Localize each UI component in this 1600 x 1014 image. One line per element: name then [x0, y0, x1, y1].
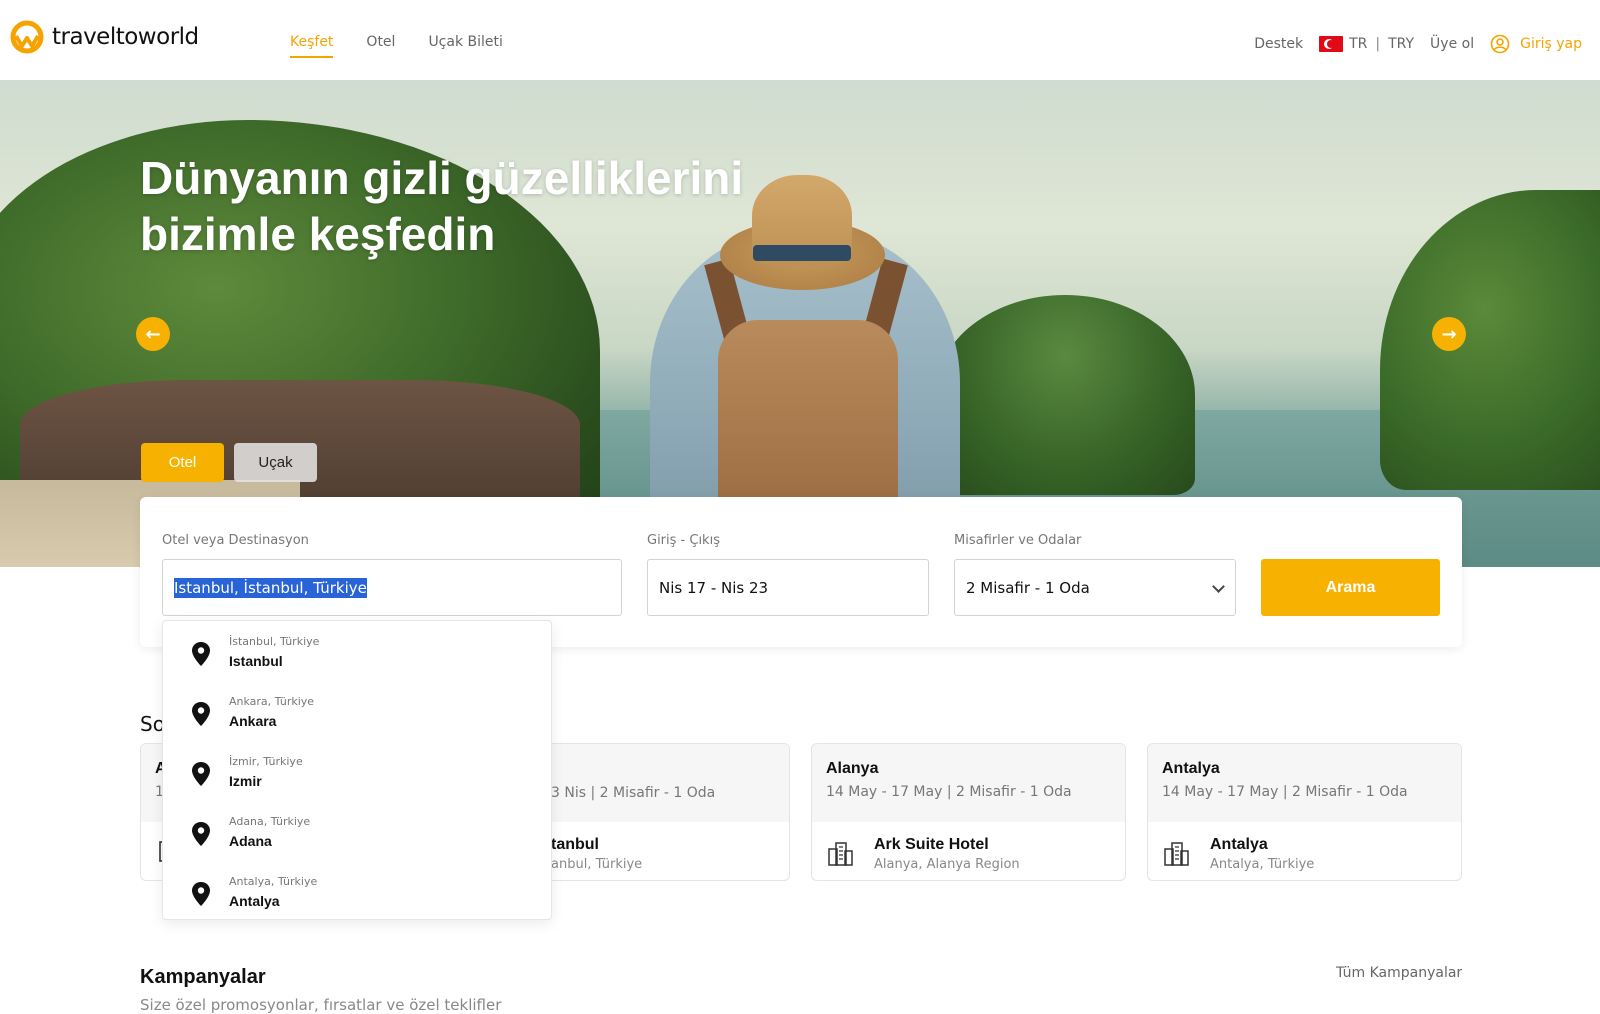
campaigns-title: Kampanyalar [140, 966, 266, 988]
logo-icon [10, 20, 44, 54]
hero-title-line1: Dünyanın gizli güzelliklerini [140, 152, 744, 204]
suggestion-city: Izmir [229, 773, 262, 789]
suggestion-item[interactable]: Antalya, Türkiye Antalya [163, 861, 553, 921]
nav-kesfet[interactable]: Keşfet [290, 34, 334, 58]
suggestion-region: İzmir, Türkiye [229, 755, 303, 768]
recent-card-header: Alanya 14 May - 17 May | 2 Misafir - 1 O… [812, 744, 1125, 822]
suggestion-region: Adana, Türkiye [229, 815, 311, 828]
hero-title: Dünyanın gizli güzelliklerini bizimle ke… [140, 150, 743, 262]
recent-card-body: tanbul anbul, Türkiye [541, 822, 789, 880]
turkey-flag-icon [1319, 36, 1344, 52]
divider: | [1375, 36, 1381, 52]
nav-otel[interactable]: Otel [366, 34, 395, 58]
dates-input[interactable]: Nis 17 - Nis 23 [647, 559, 929, 616]
suggestion-region: Ankara, Türkiye [229, 695, 315, 708]
carousel-next-button[interactable]: → [1432, 317, 1466, 351]
suggestion-item[interactable]: Ankara, Türkiye Ankara [163, 681, 553, 741]
guests-select[interactable]: 2 Misafir - 1 Oda [954, 559, 1236, 616]
recent-card-city: Alanya [826, 760, 879, 777]
guests-label: Misafirler ve Odalar [954, 533, 1082, 548]
recent-card-header: 3 Nis | 2 Misafir - 1 Oda [541, 744, 789, 822]
hero-cliff-right [1380, 190, 1600, 490]
signup-link[interactable]: Üye ol [1430, 36, 1474, 52]
currency-selector[interactable]: TRY [1388, 36, 1414, 52]
recent-card[interactable]: Alanya 14 May - 17 May | 2 Misafir - 1 O… [811, 743, 1126, 881]
map-pin-icon [192, 822, 210, 846]
recent-card-hotel: Ark Suite Hotel [874, 836, 989, 853]
login-link[interactable]: Giriş yap [1490, 34, 1582, 54]
recent-card-city [555, 760, 775, 779]
recent-card-hotel: tanbul [551, 836, 599, 853]
recent-card-body: Antalya Antalya, Türkiye [1148, 822, 1461, 880]
suggestion-item[interactable]: İzmir, Türkiye Izmir [163, 741, 553, 801]
recent-card-meta: 14 May - 17 May | 2 Misafir - 1 Oda [1162, 784, 1408, 800]
language-selector[interactable]: TR [1349, 36, 1367, 52]
logo[interactable]: traveltoworld [10, 20, 199, 54]
destination-label: Otel veya Destinasyon [162, 533, 309, 548]
hero-cliff-middle [935, 295, 1195, 495]
hero-hat-band [753, 245, 851, 261]
suggestion-item[interactable]: İstanbul, Türkiye Istanbul [163, 621, 553, 681]
arrow-left-icon: ← [145, 323, 161, 345]
campaigns-subtitle: Size özel promosyonlar, fırsatlar ve öze… [140, 996, 502, 1014]
recent-card-city: Antalya [1162, 760, 1220, 777]
suggestion-city: Ankara [229, 713, 277, 729]
recent-card-location: Antalya, Türkiye [1210, 857, 1315, 872]
map-pin-icon [192, 702, 210, 726]
recent-card-hotel: Antalya [1210, 836, 1268, 853]
recent-card-meta: 14 May - 17 May | 2 Misafir - 1 Oda [826, 784, 1072, 800]
chevron-down-icon [1212, 580, 1225, 593]
logo-text: traveltoworld [52, 24, 199, 50]
suggestion-region: Antalya, Türkiye [229, 875, 318, 888]
map-pin-icon [192, 762, 210, 786]
building-icon [1164, 842, 1189, 866]
recent-card-body: Ark Suite Hotel Alanya, Alanya Region [812, 822, 1125, 880]
suggestion-city: Adana [229, 833, 272, 849]
arrow-right-icon: → [1441, 323, 1457, 345]
support-link[interactable]: Destek [1254, 36, 1303, 52]
dates-label: Giriş - Çıkış [647, 533, 720, 548]
map-pin-icon [192, 642, 210, 666]
header-actions: Destek TR | TRY Üye ol Giriş yap [1254, 34, 1582, 54]
recent-card-meta: 3 Nis | 2 Misafir - 1 Oda [551, 785, 716, 801]
main-nav: Keşfet Otel Uçak Bileti [290, 34, 503, 58]
destination-input[interactable]: Istanbul, İstanbul, Türkiye [162, 559, 622, 616]
map-pin-icon [192, 882, 210, 906]
guests-value: 2 Misafir - 1 Oda [966, 578, 1090, 597]
suggestion-city: Antalya [229, 893, 280, 909]
suggestion-city: Istanbul [229, 653, 283, 669]
search-button[interactable]: Arama [1261, 559, 1440, 616]
all-campaigns-link[interactable]: Tüm Kampanyalar [1336, 965, 1462, 981]
recent-card[interactable]: 3 Nis | 2 Misafir - 1 Oda tanbul anbul, … [540, 743, 790, 881]
suggestion-region: İstanbul, Türkiye [229, 635, 320, 648]
dates-value: Nis 17 - Nis 23 [659, 578, 769, 597]
building-icon [828, 842, 853, 866]
destination-suggestions: İstanbul, Türkiye Istanbul Ankara, Türki… [162, 620, 552, 920]
suggestion-item[interactable]: Adana, Türkiye Adana [163, 801, 553, 861]
destination-value: Istanbul, İstanbul, Türkiye [174, 577, 367, 598]
recent-card-location: anbul, Türkiye [551, 857, 643, 872]
tab-flight[interactable]: Uçak [234, 443, 317, 482]
recent-card-header: Antalya 14 May - 17 May | 2 Misafir - 1 … [1148, 744, 1461, 822]
login-label: Giriş yap [1520, 36, 1582, 52]
hero-title-line2: bizimle keşfedin [140, 208, 496, 260]
recent-card-location: Alanya, Alanya Region [874, 857, 1020, 872]
tab-hotel[interactable]: Otel [141, 443, 224, 482]
recent-card[interactable]: Antalya 14 May - 17 May | 2 Misafir - 1 … [1147, 743, 1462, 881]
carousel-prev-button[interactable]: ← [136, 317, 170, 351]
user-icon [1490, 34, 1510, 54]
top-header: traveltoworld Keşfet Otel Uçak Bileti De… [0, 0, 1600, 80]
nav-ucak-bileti[interactable]: Uçak Bileti [428, 34, 502, 58]
